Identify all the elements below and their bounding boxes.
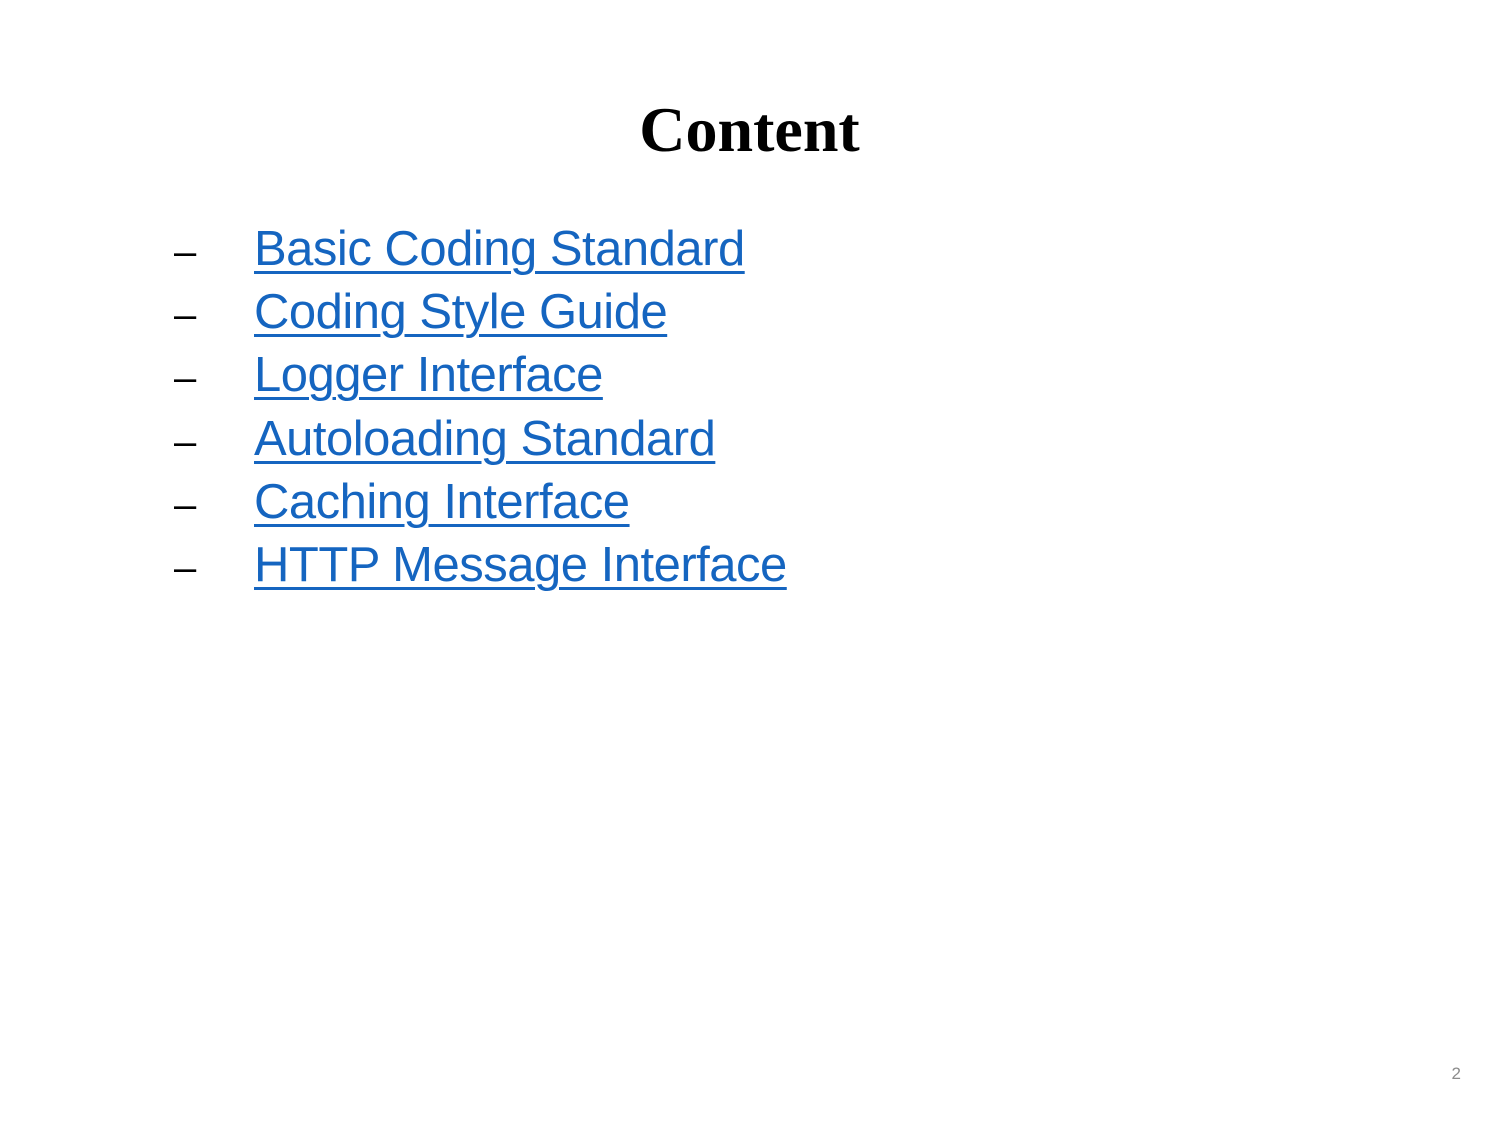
toc-item: – Coding Style Guide <box>174 281 787 344</box>
dash-bullet-icon: – <box>174 545 196 590</box>
toc-item: – HTTP Message Interface <box>174 534 787 597</box>
slide-title: Content <box>639 94 860 165</box>
slide: Content – Basic Coding Standard – Coding… <box>0 0 1499 1124</box>
page-number: 2 <box>1451 1064 1461 1083</box>
toc-link-autoloading-standard[interactable]: Autoloading Standard <box>254 408 716 471</box>
dash-bullet-icon: – <box>174 419 196 464</box>
dash-bullet-icon: – <box>174 293 196 338</box>
dash-bullet-icon: – <box>174 482 196 527</box>
table-of-contents: – Basic Coding Standard – Coding Style G… <box>174 218 787 597</box>
toc-item: – Logger Interface <box>174 344 787 407</box>
toc-link-caching-interface[interactable]: Caching Interface <box>254 471 630 534</box>
toc-item: – Basic Coding Standard <box>174 218 787 281</box>
toc-link-http-message-interface[interactable]: HTTP Message Interface <box>254 534 787 597</box>
toc-item: – Autoloading Standard <box>174 408 787 471</box>
dash-bullet-icon: – <box>174 230 196 274</box>
toc-link-basic-coding-standard[interactable]: Basic Coding Standard <box>254 218 745 281</box>
toc-item: – Caching Interface <box>174 471 787 534</box>
dash-bullet-icon: – <box>174 356 196 401</box>
toc-link-coding-style-guide[interactable]: Coding Style Guide <box>254 281 668 344</box>
toc-link-logger-interface[interactable]: Logger Interface <box>254 344 603 407</box>
